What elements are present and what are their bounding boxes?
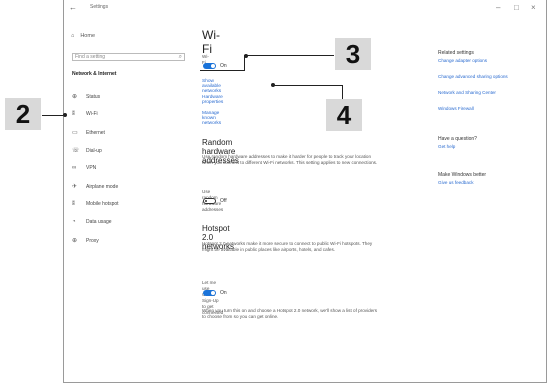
callout-2-dot [63, 113, 67, 117]
change-advanced-sharing-link[interactable]: Change advanced sharing options [438, 74, 508, 79]
signup-description: When you turn this on and choose a Hotsp… [202, 308, 378, 319]
callout-2-line [42, 115, 64, 116]
wifi-toggle[interactable] [203, 63, 216, 69]
hardware-properties-link[interactable]: Hardware properties [202, 95, 223, 105]
random-hardware-toggle[interactable] [203, 198, 216, 204]
sidebar-item-hotspot[interactable]: ʬ Mobile hotspot [72, 201, 119, 207]
signup-toggle-state: On [220, 290, 227, 296]
have-a-question-heading: Have a question? [438, 136, 477, 142]
manage-known-networks-link[interactable]: Manage known networks [202, 111, 221, 126]
callout-3-bracket-top [244, 55, 245, 71]
sidebar-item-proxy[interactable]: ⊕ Proxy [72, 237, 99, 245]
title-bar: ← Settings – □ × [64, 0, 546, 16]
callout-3-line [246, 55, 334, 56]
callout-4-line-h [273, 85, 343, 86]
sidebar-item-status[interactable]: ⊕ Status [72, 93, 100, 101]
hotspot-description: Hotspot 2.0 networks make it more secure… [202, 241, 373, 252]
sidebar-item-airplane[interactable]: ✈ Airplane mode [72, 183, 118, 191]
close-button[interactable]: × [531, 3, 536, 12]
make-windows-better-heading: Make Windows better [438, 172, 487, 178]
ethernet-icon: ▭ [72, 130, 78, 136]
data-usage-icon: ◔ [72, 219, 76, 225]
back-arrow-icon[interactable]: ← [69, 3, 77, 12]
random-hardware-state: Off [220, 198, 227, 204]
search-input[interactable]: Find a setting ⌕ [72, 53, 185, 61]
get-help-link[interactable]: Get help [438, 144, 455, 149]
wifi-toggle-state: On [220, 63, 227, 69]
callout-4-line-v [342, 85, 343, 99]
sidebar-section-title: Network & Internet [72, 71, 117, 77]
sidebar: ⌂ Home Find a setting ⌕ Network & Intern… [64, 18, 192, 382]
settings-window: ← Settings – □ × ⌂ Home Find a setting ⌕… [63, 0, 547, 383]
page-title: Wi-Fi [202, 28, 220, 56]
sidebar-item-ethernet[interactable]: ▭ Ethernet [72, 129, 105, 137]
maximize-button[interactable]: □ [514, 3, 519, 12]
search-icon: ⌕ [178, 54, 182, 60]
related-settings-heading: Related settings [438, 50, 474, 56]
sidebar-item-vpn[interactable]: ∞ VPN [72, 165, 96, 171]
callout-3-badge: 3 [335, 38, 371, 70]
hotspot-icon: ʬ [72, 201, 75, 207]
callout-2-badge: 2 [5, 98, 41, 130]
callout-4-badge: 4 [326, 99, 362, 131]
window-title: Settings [90, 4, 109, 10]
show-available-networks-link[interactable]: Show available networks [202, 79, 221, 94]
home-icon: ⌂ [71, 33, 75, 39]
sidebar-item-data-usage[interactable]: ◔ Data usage [72, 219, 112, 225]
sidebar-item-dialup[interactable]: ☏ Dial-up [72, 147, 102, 155]
sidebar-item-wifi[interactable]: ʬ Wi-Fi [72, 111, 98, 117]
vpn-icon: ∞ [72, 165, 77, 171]
windows-firewall-link[interactable]: Windows Firewall [438, 106, 474, 111]
network-sharing-center-link[interactable]: Network and Sharing Center [438, 90, 496, 95]
random-hardware-description: Use random hardware addresses to make it… [202, 154, 378, 165]
give-feedback-link[interactable]: Give us feedback [438, 180, 474, 185]
callout-3-bracket-bottom [200, 70, 245, 71]
change-adapter-options-link[interactable]: Change adapter options [438, 58, 487, 63]
dialup-icon: ☏ [72, 148, 80, 154]
wifi-icon: ʬ [72, 111, 75, 117]
airplane-icon: ✈ [72, 184, 78, 190]
globe-icon: ⊕ [72, 94, 78, 100]
minimize-button[interactable]: – [496, 3, 500, 12]
globe-icon: ⊕ [72, 238, 78, 244]
sidebar-home[interactable]: ⌂ Home [71, 33, 95, 39]
signup-toggle[interactable] [203, 290, 216, 296]
